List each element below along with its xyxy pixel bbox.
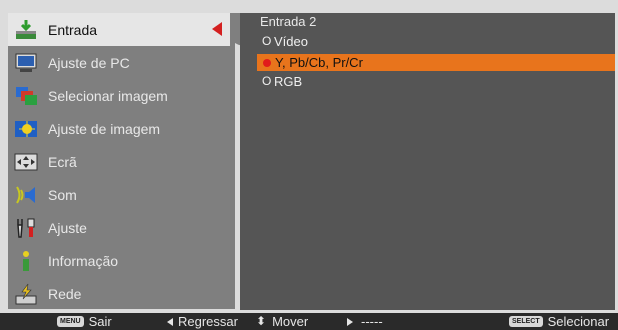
option-label: RGB — [274, 74, 303, 89]
sidebar-item-som[interactable]: Som — [8, 178, 235, 211]
up-down-arrow-icon: ⬍ — [256, 314, 267, 328]
footer-move[interactable]: ⬍ Mover — [256, 313, 308, 330]
image-adjust-icon — [13, 117, 39, 141]
info-icon — [13, 249, 39, 273]
left-arrow-icon — [167, 317, 173, 326]
option-y-pb-pr[interactable]: Y, Pb/Cb, Pr/Cr — [257, 54, 615, 71]
sidebar-item-ajuste-imagem[interactable]: Ajuste de imagem — [8, 112, 235, 145]
footer-back-label: Regressar — [178, 314, 238, 329]
footer-exit-label: Sair — [88, 314, 112, 329]
footer-move-label: Mover — [272, 314, 309, 329]
menu-key-icon: MENU — [57, 316, 84, 327]
sidebar-item-label: Ajuste — [48, 219, 87, 236]
panel-title: Entrada 2 — [260, 14, 317, 29]
sidebar-item-label: Informação — [48, 252, 119, 269]
radio-selected-icon — [263, 58, 271, 67]
sidebar-item-entrada[interactable]: Entrada — [8, 13, 230, 46]
option-label: Y, Pb/Cb, Pr/Cr — [275, 55, 363, 70]
sidebar-item-label: Ecrã — [48, 153, 77, 170]
footer-right[interactable]: ----- — [347, 313, 383, 330]
footer-select[interactable]: SELECT Selecionar — [509, 313, 609, 330]
footer-back[interactable]: Regressar — [167, 313, 238, 330]
screen-icon — [13, 150, 39, 174]
sidebar-item-selecionar-imagem[interactable]: Selecionar imagem — [8, 79, 235, 112]
footer-bar: MENU Sair Regressar ⬍ Mover ----- SELECT… — [0, 313, 618, 330]
network-icon — [13, 282, 39, 306]
sidebar-item-label: Ajuste de imagem — [48, 120, 161, 137]
footer-exit[interactable]: MENU Sair — [57, 313, 112, 330]
pc-adjust-icon — [13, 51, 39, 75]
image-select-icon — [13, 84, 39, 108]
radio-unselected-icon: O — [262, 74, 272, 88]
setting-icon — [13, 216, 39, 240]
sidebar-item-rede[interactable]: Rede — [8, 277, 235, 310]
sidebar-item-label: Selecionar imagem — [48, 87, 168, 104]
select-key-icon: SELECT — [509, 316, 543, 327]
option-rgb[interactable]: O RGB — [257, 73, 615, 90]
active-arrow-icon — [212, 22, 222, 36]
option-video[interactable]: O Vídeo — [257, 33, 615, 50]
sidebar-item-ajuste[interactable]: Ajuste — [8, 211, 235, 244]
right-arrow-icon — [347, 317, 353, 326]
radio-unselected-icon: O — [262, 34, 272, 48]
sidebar-item-ecra[interactable]: Ecrã — [8, 145, 235, 178]
sidebar-item-label: Ajuste de PC — [48, 54, 130, 71]
sidebar-item-label: Entrada — [48, 21, 98, 38]
sidebar-item-ajuste-pc[interactable]: Ajuste de PC — [8, 46, 235, 79]
input-icon — [13, 18, 39, 42]
sidebar-item-informacao[interactable]: Informação — [8, 244, 235, 277]
sidebar-item-label: Rede — [48, 285, 82, 302]
option-label: Vídeo — [274, 34, 308, 49]
footer-select-label: Selecionar — [547, 314, 610, 329]
sidebar-item-label: Som — [48, 186, 77, 203]
sound-icon — [13, 183, 39, 207]
footer-dashes: ----- — [361, 314, 383, 329]
